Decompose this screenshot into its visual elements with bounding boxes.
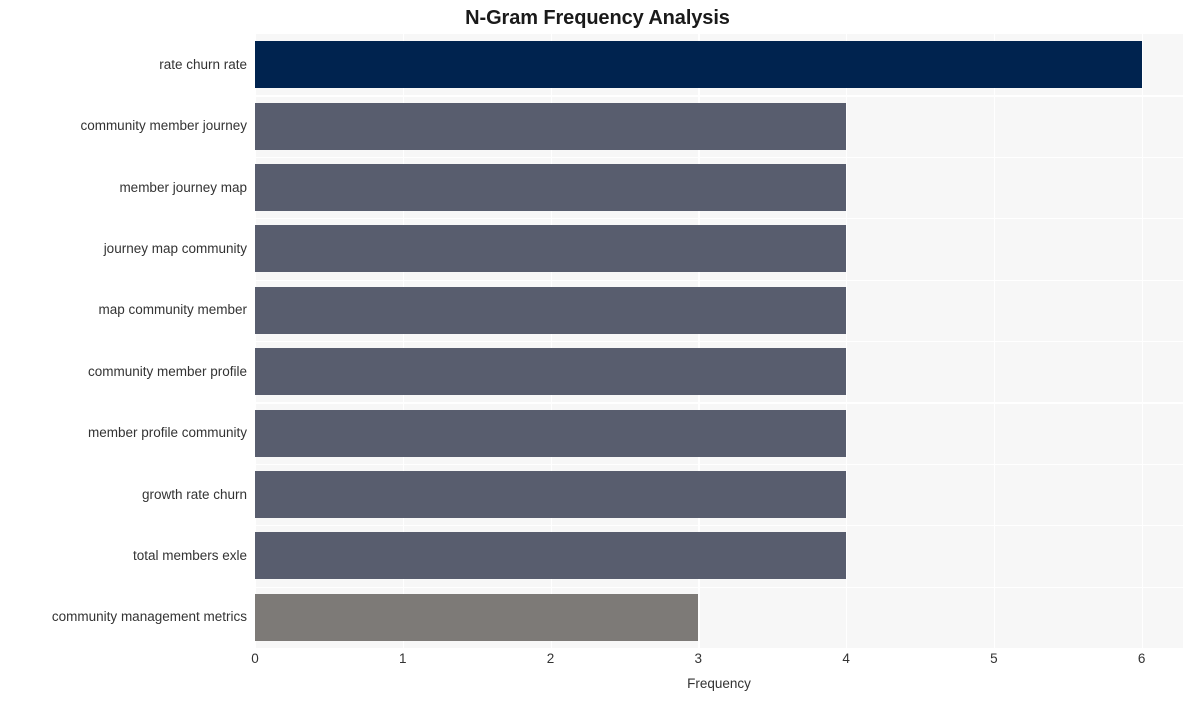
- gridline-horizontal: [255, 463, 1183, 466]
- y-axis-tick-label: rate churn rate: [159, 56, 247, 72]
- bar: [255, 102, 847, 150]
- x-axis-tick-label: 4: [842, 651, 850, 666]
- gridline-horizontal: [255, 586, 1183, 588]
- gridline-horizontal: [255, 95, 1183, 97]
- bar: [255, 471, 847, 518]
- x-axis-label: Frequency: [687, 676, 751, 691]
- y-axis-tick-label: total members exle: [132, 547, 247, 563]
- bar: [255, 41, 1142, 89]
- gridline-horizontal: [255, 156, 1183, 159]
- chart-title: N-Gram Frequency Analysis: [465, 7, 730, 29]
- y-axis-tick-label: community member journey: [80, 118, 247, 134]
- chart-figure: N-Gram Frequency Analysis rate churn rat…: [0, 0, 1195, 701]
- bar: [255, 593, 699, 641]
- x-axis-tick-label: 0: [251, 651, 259, 666]
- y-axis-tick-label: map community member: [98, 302, 247, 318]
- gridline-horizontal: [255, 218, 1183, 220]
- y-axis-tick-label: community management metrics: [51, 609, 247, 625]
- bar: [255, 164, 847, 211]
- y-axis-tick-label: member journey map: [119, 179, 247, 195]
- y-axis-tick-label: community member profile: [87, 363, 247, 379]
- plot-area: [255, 34, 1183, 648]
- x-axis-tick-label: 5: [990, 651, 998, 666]
- bar: [255, 286, 847, 334]
- bar: [255, 532, 847, 580]
- y-axis-tick-label: member profile community: [87, 425, 247, 441]
- y-axis-tick-label: growth rate churn: [141, 486, 247, 502]
- bar: [255, 348, 847, 396]
- gridline-horizontal: [255, 279, 1183, 281]
- gridline-horizontal: [255, 402, 1183, 404]
- y-axis-tick-labels: rate churn rate community member journey m…: [0, 34, 247, 648]
- y-axis-tick-label: journey map community: [103, 240, 247, 256]
- gridline-horizontal: [255, 341, 1183, 343]
- x-axis-tick-label: 3: [694, 651, 703, 666]
- gridline-horizontal: [255, 525, 1183, 527]
- x-axis-tick-label: 6: [1137, 651, 1146, 666]
- bar: [255, 225, 847, 273]
- bar: [255, 409, 847, 457]
- x-axis-tick-label: 1: [399, 651, 407, 666]
- x-axis-tick-labels: 0 1 2 3 4 5 6: [0, 652, 1195, 672]
- x-axis-tick-label: 2: [546, 651, 555, 666]
